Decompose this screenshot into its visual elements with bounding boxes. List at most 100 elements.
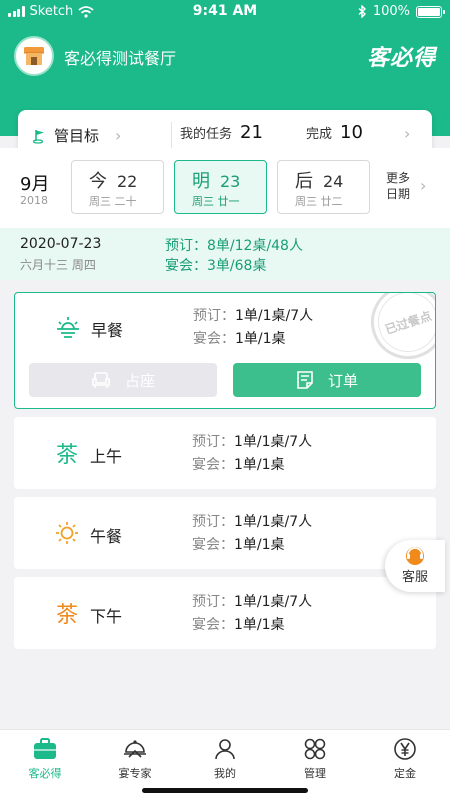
banquet-value: 1单/1桌 <box>234 617 285 633</box>
completed-tasks[interactable]: 完成 10 <box>306 122 363 143</box>
banquet-label: 宴会： <box>192 457 234 473</box>
seat-button[interactable]: 占座 <box>29 363 217 397</box>
day-sub: 周三 二十 <box>89 195 137 208</box>
day-number: 23 <box>220 172 241 191</box>
goal-entry[interactable]: 管目标 › <box>32 125 121 146</box>
summary-booking: 预订：8单/12桌/48人 <box>165 238 303 254</box>
store-name: 客必得测试餐厅 <box>64 49 177 68</box>
summary-banquet: 宴会：3单/68桌 <box>165 258 267 274</box>
meal-card-morning[interactable]: 茶 上午 预订：1单/1桌/7人 宴会：1单/1桌 <box>14 417 436 489</box>
yen-coin-icon <box>394 738 416 760</box>
goal-flag-icon <box>32 129 44 144</box>
day-tomorrow[interactable]: 明 23 周三 廿一 <box>174 160 267 214</box>
date-bar: 9月 2018 今 22 周三 二十 明 23 周三 廿一 后 24 周三 廿二… <box>0 148 450 228</box>
summary-date: 2020-07-23 <box>20 236 102 252</box>
meal-card-afternoon[interactable]: 茶 下午 预订：1单/1桌/7人 宴会：1单/1桌 <box>14 577 436 649</box>
completed-count: 10 <box>340 122 363 143</box>
passed-stamp: 已过餐点 <box>361 293 435 369</box>
banquet-info: 宴会：1单/1桌 <box>193 328 286 348</box>
booking-value: 1单/1桌/7人 <box>234 434 313 450</box>
tab-mine[interactable]: 我的 <box>180 736 270 781</box>
more-dates-line2: 日期 <box>386 187 411 201</box>
day-summary: 2020-07-23 六月十三 周四 预订：8单/12桌/48人 宴会：3单/6… <box>0 228 450 280</box>
headset-icon <box>406 547 424 565</box>
order-icon <box>297 371 313 389</box>
more-dates-chevron-icon[interactable]: › <box>420 176 426 195</box>
day-today[interactable]: 今 22 周三 二十 <box>71 160 164 214</box>
booking-value: 1单/1桌/7人 <box>235 308 314 324</box>
month-label: 9月 <box>20 174 50 195</box>
briefcase-icon <box>34 738 56 759</box>
day-number: 24 <box>323 172 344 191</box>
meal-name: 早餐 <box>91 321 124 340</box>
battery-percent: 100% <box>372 4 410 19</box>
store-icon <box>24 47 44 65</box>
booking-label: 预订： <box>193 308 235 324</box>
day-sub: 周三 廿二 <box>295 195 343 208</box>
tab-label: 宴专家 <box>118 767 152 780</box>
day-sub: 周三 廿一 <box>192 195 240 208</box>
brand-logo: 客必得 <box>366 46 436 71</box>
booking-label: 预订： <box>192 594 234 610</box>
customer-service-label: 客服 <box>402 570 429 585</box>
banquet-label: 宴会： <box>193 331 235 347</box>
booking-label: 预订： <box>192 514 234 530</box>
tea-icon: 茶 <box>55 603 78 628</box>
banquet-value: 1单/1桌 <box>234 457 285 473</box>
task-chevron-right-icon[interactable]: › <box>404 124 410 143</box>
grid-icon <box>304 738 326 760</box>
status-right: 100% <box>358 4 445 19</box>
booking-info: 预订：1单/1桌/7人 <box>192 511 312 531</box>
meal-name: 午餐 <box>90 527 123 546</box>
banquet-value: 1单/1桌 <box>234 537 285 553</box>
booking-info: 预订：1单/1桌/7人 <box>193 305 313 325</box>
completed-label: 完成 <box>306 127 333 142</box>
tab-label: 定金 <box>394 767 416 780</box>
home-indicator <box>142 788 308 793</box>
more-dates-button[interactable]: 更多 日期 <box>386 170 410 202</box>
tab-banquet-expert[interactable]: 宴专家 <box>90 736 180 781</box>
day-rel: 明 <box>192 171 210 192</box>
bluetooth-icon <box>358 5 366 18</box>
order-label: 订单 <box>327 371 358 390</box>
divider <box>171 122 172 150</box>
tab-label: 管理 <box>304 767 326 780</box>
summary-lunar: 六月十三 周四 <box>20 258 96 272</box>
stamp-text: 已过餐点 <box>370 293 435 360</box>
booking-value: 1单/1桌/7人 <box>234 594 313 610</box>
my-tasks[interactable]: 我的任务 21 <box>180 122 263 143</box>
booking-value: 1单/1桌/7人 <box>234 514 313 530</box>
tab-home[interactable]: 客必得 <box>0 736 90 781</box>
cloche-icon <box>124 740 146 758</box>
more-dates-line1: 更多 <box>386 171 411 185</box>
meal-card-lunch[interactable]: 午餐 预订：1单/1桌/7人 宴会：1单/1桌 <box>14 497 436 569</box>
tab-manage[interactable]: 管理 <box>270 736 360 781</box>
store-avatar[interactable] <box>14 36 54 76</box>
seat-icon <box>92 372 110 388</box>
booking-label: 预订： <box>192 434 234 450</box>
day-rel: 今 <box>89 171 107 192</box>
battery-icon <box>416 5 445 18</box>
tab-label: 我的 <box>214 767 236 780</box>
banquet-value: 1单/1桌 <box>235 331 286 347</box>
banquet-info: 宴会：1单/1桌 <box>192 614 285 634</box>
tea-icon: 茶 <box>55 443 78 468</box>
chevron-right-icon: › <box>115 126 122 145</box>
tab-deposit[interactable]: 定金 <box>360 736 450 781</box>
goal-label: 管目标 <box>54 127 100 145</box>
my-tasks-label: 我的任务 <box>180 127 233 142</box>
booking-info: 预订：1单/1桌/7人 <box>192 591 312 611</box>
banquet-label: 宴会： <box>192 617 234 633</box>
meal-card-breakfast[interactable]: 已过餐点 早餐 预订：1单/1桌/7人 宴会：1单/1桌 占座 订单 <box>14 292 436 409</box>
booking-info: 预订：1单/1桌/7人 <box>192 431 312 451</box>
banquet-label: 宴会： <box>192 537 234 553</box>
user-icon <box>215 739 235 760</box>
tab-label: 客必得 <box>28 767 62 780</box>
day-after-tomorrow[interactable]: 后 24 周三 廿二 <box>277 160 370 214</box>
order-button[interactable]: 订单 <box>233 363 421 397</box>
status-bar: Sketch 9:41 AM 100% <box>0 0 450 24</box>
customer-service-button[interactable]: 客服 <box>385 540 445 592</box>
day-rel: 后 <box>295 171 313 192</box>
my-tasks-count: 21 <box>240 122 263 143</box>
year-label: 2018 <box>20 194 48 207</box>
